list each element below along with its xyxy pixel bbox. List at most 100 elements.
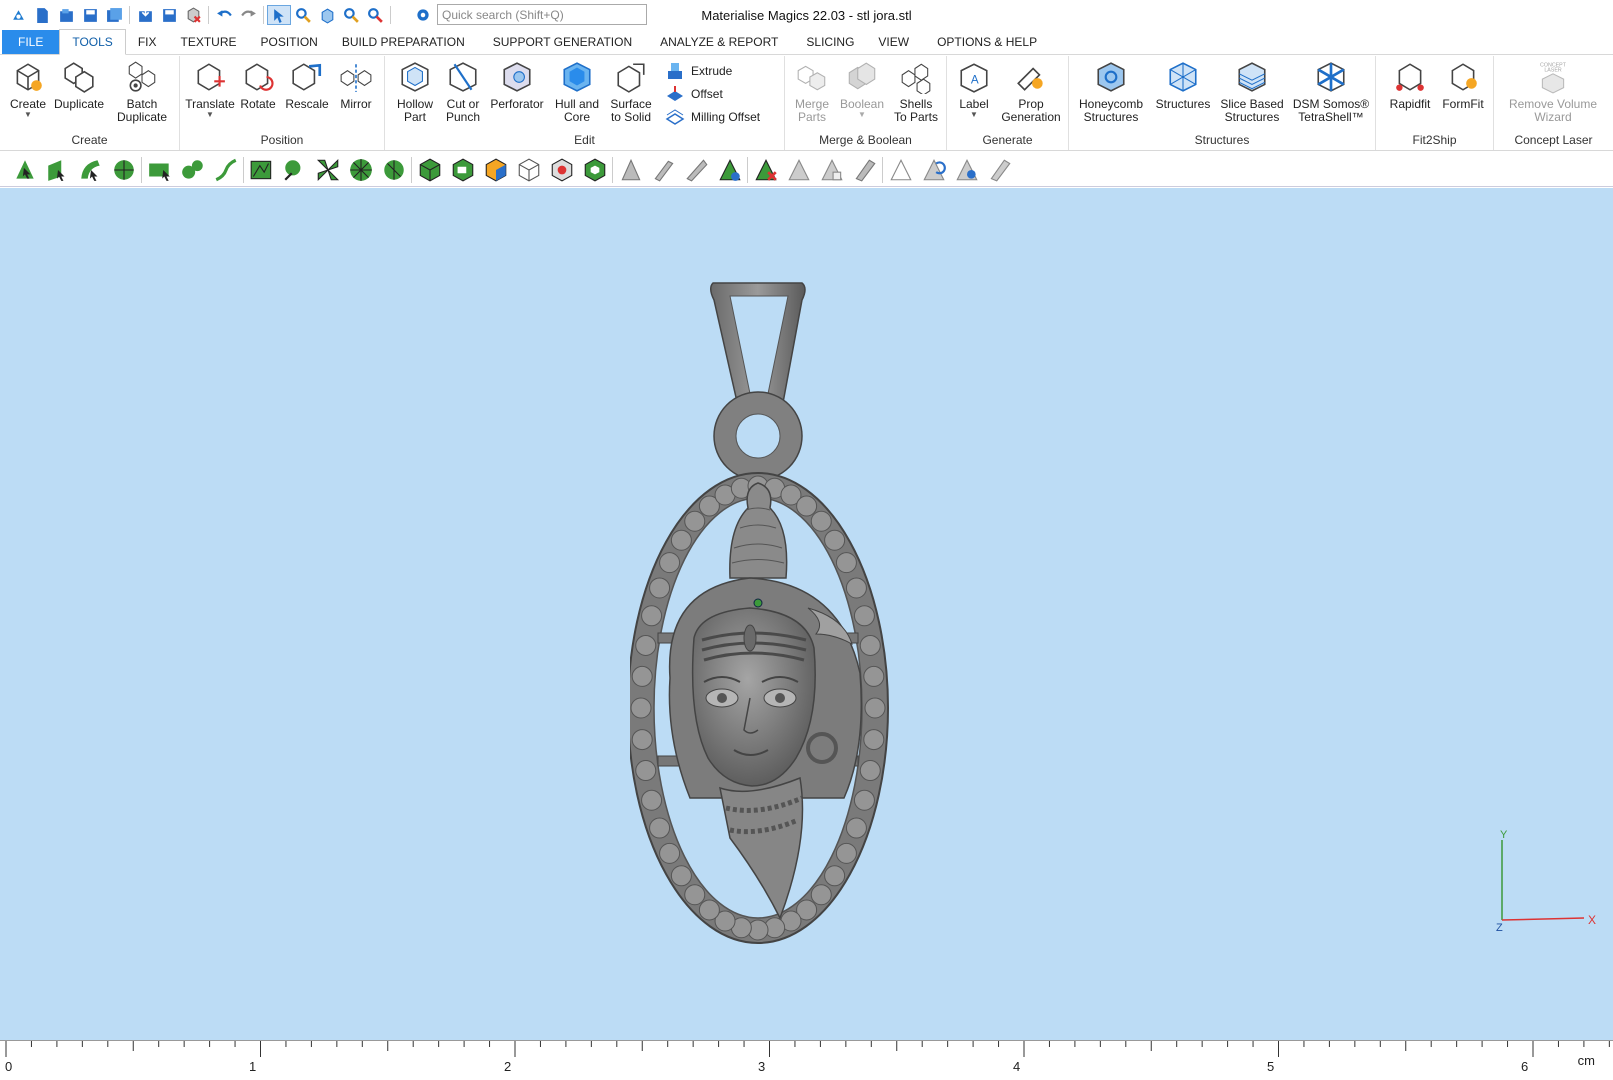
formfit-button[interactable]: FormFit	[1438, 58, 1488, 111]
frame-bead	[845, 817, 867, 839]
wave-select-icon[interactable]	[278, 155, 311, 185]
rescale-button[interactable]: Rescale	[282, 58, 332, 111]
tab-view[interactable]: VIEW	[866, 30, 921, 54]
cut-or-punch-button[interactable]: Cut or Punch	[441, 58, 485, 124]
perforator-button[interactable]: Perforator	[487, 58, 547, 111]
ruler-ticks	[5, 1041, 1610, 1057]
structures-icon	[1165, 58, 1201, 96]
honeycomb-structures-button[interactable]: Honeycomb Structures	[1075, 58, 1147, 124]
select-all-parts-icon[interactable]	[578, 155, 611, 185]
unselect-plane-icon[interactable]	[782, 155, 815, 185]
frame-bead	[810, 884, 832, 906]
clear-marked-icon[interactable]	[983, 155, 1016, 185]
batch-duplicate-icon	[124, 58, 160, 96]
tetrashell-button[interactable]: DSM Somos® TetraShell™	[1291, 58, 1371, 124]
frame-bead	[641, 605, 663, 627]
brush-select-icon[interactable]	[176, 155, 209, 185]
create-button[interactable]: Create ▼	[6, 58, 50, 119]
milling-offset-button[interactable]: Milling Offset	[665, 106, 760, 128]
cut-or-punch-icon	[445, 58, 481, 96]
group-concept-laser: CONCEPT LASER Remove Volume Wizard Concep…	[1494, 56, 1613, 150]
ribbon: Create ▼ Duplicate Batch Duplicate Creat…	[0, 56, 1613, 151]
shells-to-parts-button[interactable]: Shells To Parts	[889, 58, 943, 124]
group-label-position: Position	[260, 133, 304, 147]
ruler-unit: cm	[1577, 1053, 1595, 1068]
frame-bead	[670, 865, 692, 887]
plane-grey-icon[interactable]	[647, 155, 680, 185]
extrude-button[interactable]: Extrude	[665, 60, 732, 82]
frame-bead	[853, 605, 875, 627]
ruler-label-3: 3	[758, 1059, 766, 1074]
merge-parts-button[interactable]: Merge Parts	[789, 58, 835, 124]
frame-bead	[863, 729, 885, 751]
select-marked-icon[interactable]	[545, 155, 578, 185]
structures-button[interactable]: Structures	[1153, 58, 1213, 111]
offset-icon	[667, 86, 683, 101]
surface-grey-icon[interactable]	[680, 155, 713, 185]
frame-bead	[659, 552, 681, 574]
sphere-select-icon[interactable]	[377, 155, 410, 185]
select-by-box-icon[interactable]	[446, 155, 479, 185]
translate-button[interactable]: Translate ▼	[184, 58, 236, 119]
honeycomb-icon	[1093, 58, 1129, 96]
tab-fix[interactable]: FIX	[126, 30, 169, 54]
select-surface-icon[interactable]	[74, 155, 107, 185]
pendant-model[interactable]	[630, 278, 930, 958]
duplicate-icon	[61, 58, 97, 96]
group-label-edit: Edit	[574, 133, 595, 147]
shell-grey-icon[interactable]	[713, 155, 746, 185]
unselect-icon[interactable]	[749, 155, 782, 185]
select-shell-icon[interactable]	[107, 155, 140, 185]
tab-texture[interactable]: TEXTURE	[168, 30, 248, 54]
slice-based-structures-button[interactable]: Slice Based Structures	[1217, 58, 1287, 124]
boolean-button[interactable]: Boolean ▼	[837, 58, 887, 119]
surface-to-solid-button[interactable]: Surface to Solid	[605, 58, 657, 124]
select-part-icon[interactable]	[413, 155, 446, 185]
invert-selection-icon[interactable]	[884, 155, 917, 185]
unselect-surface-icon[interactable]	[815, 155, 848, 185]
curve-select-icon[interactable]	[209, 155, 242, 185]
hull-and-core-button[interactable]: Hull and Core	[551, 58, 603, 124]
rotate-button[interactable]: Rotate	[236, 58, 280, 111]
tab-tools[interactable]: TOOLS	[59, 29, 126, 55]
tab-slicing[interactable]: SLICING	[794, 30, 866, 54]
tab-support-generation[interactable]: SUPPORT GENERATION	[481, 30, 644, 54]
triangle-grey-icon[interactable]	[614, 155, 647, 185]
tab-position[interactable]: POSITION	[249, 30, 330, 54]
select-triangle-icon[interactable]	[8, 155, 41, 185]
frame-bead	[659, 842, 681, 864]
tab-file[interactable]: FILE	[2, 30, 60, 54]
grow-selection-icon[interactable]	[917, 155, 950, 185]
mirror-icon	[338, 58, 374, 96]
milling-offset-icon	[665, 109, 685, 125]
ruler-label-0: 0	[5, 1059, 13, 1074]
radial-select-icon[interactable]	[344, 155, 377, 185]
3d-viewport[interactable]: Y X Z	[0, 188, 1613, 1040]
label-button[interactable]: A Label ▼	[953, 58, 995, 119]
frame-bead	[859, 634, 881, 656]
tab-analyze-report[interactable]: ANALYZE & REPORT	[648, 30, 790, 54]
box-select-icon[interactable]	[245, 155, 278, 185]
hollow-part-button[interactable]: Hollow Part	[393, 58, 437, 124]
unselect-shell-icon[interactable]	[848, 155, 881, 185]
group-structures: Honeycomb Structures Structures Slice Ba…	[1069, 56, 1376, 150]
fan-select-icon[interactable]	[311, 155, 344, 185]
frame-bead	[684, 884, 706, 906]
rapidfit-button[interactable]: Rapidfit	[1384, 58, 1436, 111]
prop-generation-button[interactable]: Prop Generation	[995, 58, 1067, 124]
batch-duplicate-button[interactable]: Batch Duplicate	[110, 58, 174, 124]
remove-volume-wizard-button[interactable]: CONCEPT LASER Remove Volume Wizard	[1496, 58, 1610, 124]
ruler-label-2: 2	[504, 1059, 512, 1074]
group-label-fit2ship: Fit2Ship	[1412, 133, 1457, 147]
shrink-selection-icon[interactable]	[950, 155, 983, 185]
mirror-button[interactable]: Mirror	[332, 58, 380, 111]
select-wire-icon[interactable]	[512, 155, 545, 185]
select-plane-icon[interactable]	[41, 155, 74, 185]
offset-button[interactable]: Offset	[665, 83, 723, 105]
tab-build-preparation[interactable]: BUILD PREPARATION	[330, 30, 477, 54]
duplicate-button[interactable]: Duplicate	[52, 58, 106, 111]
hull-and-core-icon	[559, 58, 595, 96]
tab-options-help[interactable]: OPTIONS & HELP	[925, 30, 1049, 54]
lasso-select-icon[interactable]	[143, 155, 176, 185]
select-colored-icon[interactable]	[479, 155, 512, 185]
